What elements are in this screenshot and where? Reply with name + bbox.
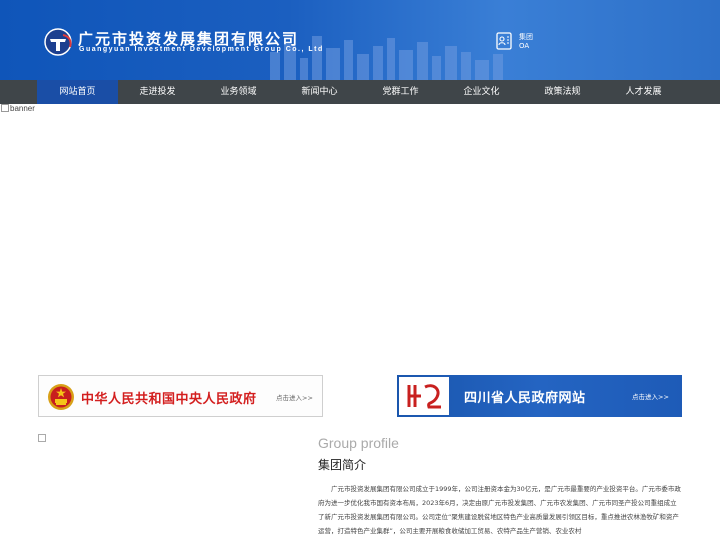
site-header: 广元市投资发展集团有限公司 Guangyuan Investment Devel…: [0, 0, 720, 80]
company-name-en: Guangyuan Investment Development Group C…: [79, 46, 324, 53]
sichuan-government-link[interactable]: 四川省人民政府网站 点击进入>>: [397, 375, 682, 417]
company-emblem-icon[interactable]: [43, 27, 75, 57]
profile-title-en: Group profile: [318, 435, 399, 451]
nav-item-culture[interactable]: 企业文化: [441, 80, 522, 104]
banner-image-alt: banner: [1, 104, 35, 113]
nav-item-news[interactable]: 新闻中心: [279, 80, 360, 104]
central-government-title: 中华人民共和国中央人民政府: [81, 392, 257, 407]
oa-label-line2: OA: [519, 42, 530, 50]
sichuan-seal-icon: [399, 377, 449, 415]
banner-alt-text: banner: [10, 104, 35, 113]
nav-item-about[interactable]: 走进投发: [117, 80, 198, 104]
nav-item-party[interactable]: 党群工作: [360, 80, 441, 104]
central-government-link[interactable]: 中华人民共和国中央人民政府 点击进入>>: [38, 375, 323, 417]
central-enter-link[interactable]: 点击进入>>: [276, 392, 313, 402]
document-person-icon: [496, 32, 512, 50]
sichuan-enter-link[interactable]: 点击进入>>: [632, 391, 669, 401]
nav-item-talent[interactable]: 人才发展: [603, 80, 684, 104]
sichuan-government-title: 四川省人民政府网站: [464, 391, 586, 406]
broken-image-icon: [1, 104, 9, 112]
profile-title-cn: 集团简介: [318, 458, 367, 472]
group-oa-link[interactable]: 集团 OA: [496, 31, 546, 53]
profile-description: 广元市投资发展集团有限公司成立于1999年，公司注册资本金为30亿元，是广元市最…: [318, 485, 681, 535]
main-nav: 网站首页 走进投发 业务领域 新闻中心 党群工作 企业文化 政策法规 人才发展: [0, 80, 720, 104]
nav-item-business[interactable]: 业务领域: [198, 80, 279, 104]
profile-image-broken: [38, 434, 46, 442]
national-emblem-icon: [48, 384, 74, 410]
banner[interactable]: banner: [0, 104, 720, 366]
nav-item-home[interactable]: 网站首页: [37, 80, 118, 104]
oa-label-line1: 集团: [519, 33, 533, 41]
nav-item-policy[interactable]: 政策法规: [522, 80, 603, 104]
